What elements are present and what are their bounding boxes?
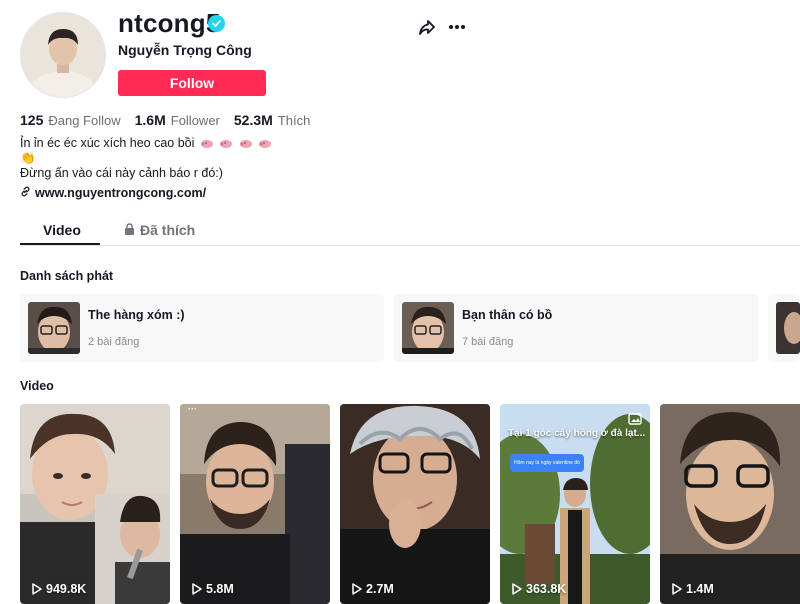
view-count: 949.8K xyxy=(32,582,86,596)
photo-icon xyxy=(628,412,642,426)
bio-line-3: Đừng ấn vào cái này cảnh báo r đó:) xyxy=(20,166,223,180)
playlist-thumbnail xyxy=(402,302,454,354)
profile-link[interactable]: www.nguyentrongcong.com/ xyxy=(20,186,206,200)
lock-icon xyxy=(124,222,135,238)
more-icon[interactable] xyxy=(446,16,468,38)
link-icon xyxy=(20,186,31,200)
playlist-title: The hàng xóm :) xyxy=(88,308,185,322)
video-card[interactable]: 949.8K xyxy=(20,404,170,604)
video-card[interactable]: 2.7M xyxy=(340,404,490,604)
video-card[interactable]: ··· 5.8M xyxy=(180,404,330,604)
playlist-title: Bạn thân có bồ xyxy=(462,308,553,322)
followers-label: Follower xyxy=(170,113,220,128)
nickname: Nguyễn Trọng Công xyxy=(118,42,252,58)
followers-count[interactable]: 1.6M xyxy=(135,112,166,128)
view-count-text: 1.4M xyxy=(686,582,714,596)
verified-icon xyxy=(208,15,225,32)
playlist-count: 2 bài đăng xyxy=(88,336,140,348)
playlist-card[interactable]: Bạn thân có bồ 7 bài đăng xyxy=(394,294,758,362)
follow-button[interactable]: Follow xyxy=(118,70,266,96)
play-icon xyxy=(512,583,522,595)
pig-emoji xyxy=(198,136,272,150)
view-count: 2.7M xyxy=(352,582,394,596)
tab-video[interactable]: Video xyxy=(43,222,81,238)
video-overlay-text: ··· xyxy=(188,404,197,414)
video-card[interactable]: 1.4M xyxy=(660,404,800,604)
tab-liked-label: Đã thích xyxy=(140,222,196,238)
view-count: 5.8M xyxy=(192,582,234,596)
playlist-count: 7 bài đăng xyxy=(462,336,514,348)
bio-line-1: Ỉn ỉn éc éc xúc xích heo cao bồi xyxy=(20,136,272,150)
username: ntcong5 xyxy=(118,8,221,38)
video-card[interactable]: Tại 1 góc cây hồng ở đà lạt... Hôm nay l… xyxy=(500,404,650,604)
playlist-card[interactable]: The hàng xóm :) 2 bài đăng xyxy=(20,294,384,362)
share-icon[interactable] xyxy=(416,16,438,38)
following-count[interactable]: 125 xyxy=(20,112,43,128)
following-label: Đang Follow xyxy=(48,113,121,128)
link-text[interactable]: www.nguyentrongcong.com/ xyxy=(35,186,206,200)
likes-count: 52.3M xyxy=(233,112,273,128)
playlist-card[interactable] xyxy=(768,294,800,362)
likes-label: Thích xyxy=(277,113,311,128)
play-icon xyxy=(352,583,362,595)
profile-stats: 125 Đang Follow 1.6M Follower 52.3M Thíc… xyxy=(20,112,324,128)
tabs-divider xyxy=(20,245,800,246)
view-count-text: 5.8M xyxy=(206,582,234,596)
avatar[interactable] xyxy=(20,12,106,98)
playlists-title: Danh sách phát xyxy=(20,269,114,283)
playlist-thumbnail xyxy=(28,302,80,354)
video-overlay-caption: Tại 1 góc cây hồng ở đà lạt... xyxy=(508,428,646,439)
bio-line-2: 👏 xyxy=(20,151,36,165)
view-count-text: 949.8K xyxy=(46,582,87,596)
tab-liked[interactable]: Đã thích xyxy=(124,222,195,238)
view-count-text: 2.7M xyxy=(366,582,394,596)
bio-text: Ỉn ỉn éc éc xúc xích heo cao bồi xyxy=(20,136,195,150)
play-icon xyxy=(192,583,202,595)
view-count: 1.4M xyxy=(672,582,714,596)
view-count: 363.8K xyxy=(512,582,566,596)
videos-title: Video xyxy=(20,379,54,393)
play-icon xyxy=(32,583,42,595)
message-bubble: Hôm nay là ngày valentine đó xyxy=(510,454,584,472)
active-tab-indicator xyxy=(20,243,100,245)
view-count-text: 363.8K xyxy=(526,582,567,596)
playlist-thumbnail xyxy=(776,302,800,354)
play-icon xyxy=(672,583,682,595)
